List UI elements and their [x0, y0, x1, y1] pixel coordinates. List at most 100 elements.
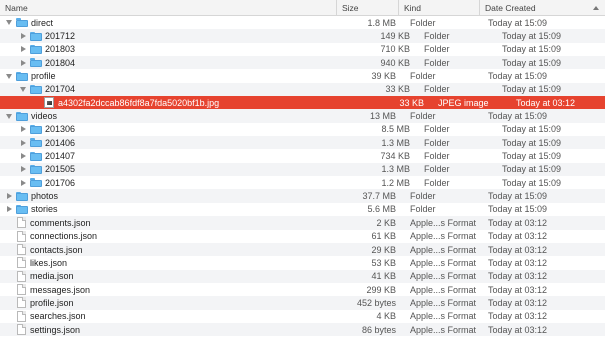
folder-row[interactable]: 201704 33 KB Folder Today at 15:09: [0, 82, 605, 97]
item-kind: Folder: [424, 164, 450, 175]
file-list: direct 1.8 MB Folder Today at 15:09 201712 14…: [0, 16, 605, 337]
disclosure-triangle-collapsed-icon[interactable]: [18, 138, 28, 148]
disclosure-triangle-expanded-icon[interactable]: [4, 111, 14, 121]
item-date-created: Today at 15:09: [502, 31, 562, 42]
folder-row[interactable]: 201406 1.3 MB Folder Today at 15:09: [0, 136, 605, 150]
column-header-kind[interactable]: Kind: [398, 0, 479, 15]
name-cell: 201306: [0, 124, 354, 134]
item-size: 39 KB: [371, 71, 396, 82]
folder-icon: [30, 151, 42, 161]
item-date-created: Today at 03:12: [516, 97, 576, 108]
disclosure-triangle-expanded-icon[interactable]: [4, 18, 14, 28]
item-size: 53 KB: [371, 257, 396, 268]
file-row[interactable]: comments.json 2 KB Apple...s Format Today a…: [0, 216, 605, 230]
item-date-created: Today at 15:09: [502, 164, 562, 175]
file-row[interactable]: profile.json 452 bytes Apple...s Format Tod…: [0, 296, 605, 310]
file-row[interactable]: likes.json 53 KB Apple...s Format Today at …: [0, 256, 605, 269]
item-date-created: Today at 15:09: [502, 44, 562, 55]
json-document-icon: [17, 244, 26, 256]
json-document-icon: [17, 257, 26, 269]
folder-row[interactable]: 201407 734 KB Folder Today at 15:09: [0, 149, 605, 162]
item-size: 86 bytes: [361, 324, 396, 335]
item-kind: Folder: [410, 191, 436, 202]
name-cell: likes.json: [0, 257, 340, 269]
item-kind: Apple...s Format: [410, 311, 477, 322]
column-header-size[interactable]: Size: [336, 0, 398, 15]
name-cell: photos: [0, 191, 340, 201]
folder-row[interactable]: videos 13 MB Folder Today at 15:09: [0, 109, 605, 123]
item-size: 1.8 MB: [367, 17, 396, 28]
disclosure-triangle-collapsed-icon[interactable]: [4, 191, 14, 201]
item-date-created: Today at 15:09: [502, 124, 562, 135]
item-name: messages.json: [30, 284, 91, 295]
file-row[interactable]: connections.json 61 KB Apple...s Format Tod…: [0, 230, 605, 243]
item-kind: Apple...s Format: [410, 271, 477, 282]
name-cell: 201704: [0, 84, 354, 94]
disclosure-triangle-collapsed-icon[interactable]: [18, 164, 28, 174]
folder-row[interactable]: photos 37.7 MB Folder Today at 15:09: [0, 189, 605, 203]
item-name: 201704: [45, 84, 76, 95]
name-cell: profile: [0, 71, 340, 81]
file-row[interactable]: a4302fa2dccab86fdf8a7fda5020bf1b.jpg 33 K…: [0, 96, 605, 110]
folder-row[interactable]: 201706 1.2 MB Folder Today at 15:09: [0, 176, 605, 189]
item-size: 33 KB: [385, 84, 410, 95]
folder-row[interactable]: stories 5.6 MB Folder Today at 15:09: [0, 203, 605, 216]
item-date-created: Today at 15:09: [488, 111, 548, 122]
disclosure-triangle-collapsed-icon[interactable]: [18, 124, 28, 134]
item-size: 2 KB: [376, 217, 396, 228]
item-date-created: Today at 03:12: [488, 311, 548, 322]
item-name: direct: [31, 17, 54, 28]
disclosure-triangle-collapsed-icon[interactable]: [18, 178, 28, 188]
item-name: photos: [31, 191, 59, 202]
folder-icon: [30, 124, 42, 134]
file-row[interactable]: messages.json 299 KB Apple...s Format Today…: [0, 283, 605, 296]
item-name: profile: [31, 71, 56, 82]
item-kind: Folder: [424, 44, 450, 55]
item-kind: Apple...s Format: [410, 231, 477, 242]
disclosure-triangle-collapsed-icon[interactable]: [4, 204, 14, 214]
column-header-name-label: Name: [5, 2, 28, 13]
item-name: connections.json: [30, 231, 98, 242]
disclosure-triangle-expanded-icon[interactable]: [18, 84, 28, 94]
disclosure-triangle-collapsed-icon[interactable]: [18, 31, 28, 41]
disclosure-triangle-expanded-icon[interactable]: [4, 71, 14, 81]
item-size: 1.3 MB: [381, 164, 410, 175]
folder-row[interactable]: profile 39 KB Folder Today at 15:09: [0, 69, 605, 82]
disclosure-triangle-collapsed-icon[interactable]: [18, 58, 28, 68]
disclosure-triangle-collapsed-icon[interactable]: [18, 151, 28, 161]
folder-icon: [30, 178, 42, 188]
folder-row[interactable]: 201712 149 KB Folder Today at 15:09: [0, 29, 605, 43]
column-header-date-created[interactable]: Date Created: [479, 0, 605, 15]
item-name: likes.json: [30, 257, 68, 268]
disclosure-triangle-collapsed-icon[interactable]: [18, 44, 28, 54]
item-kind: Apple...s Format: [410, 257, 477, 268]
item-date-created: Today at 03:12: [488, 217, 548, 228]
item-size: 13 MB: [369, 111, 396, 122]
column-header-size-label: Size: [342, 2, 359, 13]
file-row[interactable]: contacts.json 29 KB Apple...s Format Today …: [0, 242, 605, 257]
name-cell: comments.json: [0, 217, 340, 229]
item-name: settings.json: [30, 324, 81, 335]
folder-row[interactable]: 201804 940 KB Folder Today at 15:09: [0, 56, 605, 70]
item-name: videos: [31, 111, 58, 122]
name-cell: 201804: [0, 58, 354, 68]
file-row[interactable]: searches.json 4 KB Apple...s Format Today a…: [0, 310, 605, 323]
item-size: 452 bytes: [356, 297, 396, 308]
folder-row[interactable]: 201803 710 KB Folder Today at 15:09: [0, 43, 605, 56]
column-header-name[interactable]: Name: [0, 0, 336, 15]
name-cell: profile.json: [0, 297, 340, 309]
file-row[interactable]: settings.json 86 bytes Apple...s Format Tod…: [0, 322, 605, 337]
item-size: 37.7 MB: [362, 191, 396, 202]
item-date-created: Today at 03:12: [488, 284, 548, 295]
item-name: 201712: [45, 31, 76, 42]
folder-icon: [30, 31, 42, 41]
file-row[interactable]: media.json 41 KB Apple...s Format Today at …: [0, 269, 605, 283]
item-kind: Folder: [410, 204, 436, 215]
item-kind: Folder: [424, 124, 450, 135]
item-kind: Folder: [424, 177, 450, 188]
folder-row[interactable]: 201306 8.5 MB Folder Today at 15:09: [0, 123, 605, 136]
folder-row[interactable]: direct 1.8 MB Folder Today at 15:09: [0, 16, 605, 29]
folder-row[interactable]: 201505 1.3 MB Folder Today at 15:09: [0, 162, 605, 177]
item-kind: Apple...s Format: [410, 217, 477, 228]
item-date-created: Today at 15:09: [488, 71, 548, 82]
